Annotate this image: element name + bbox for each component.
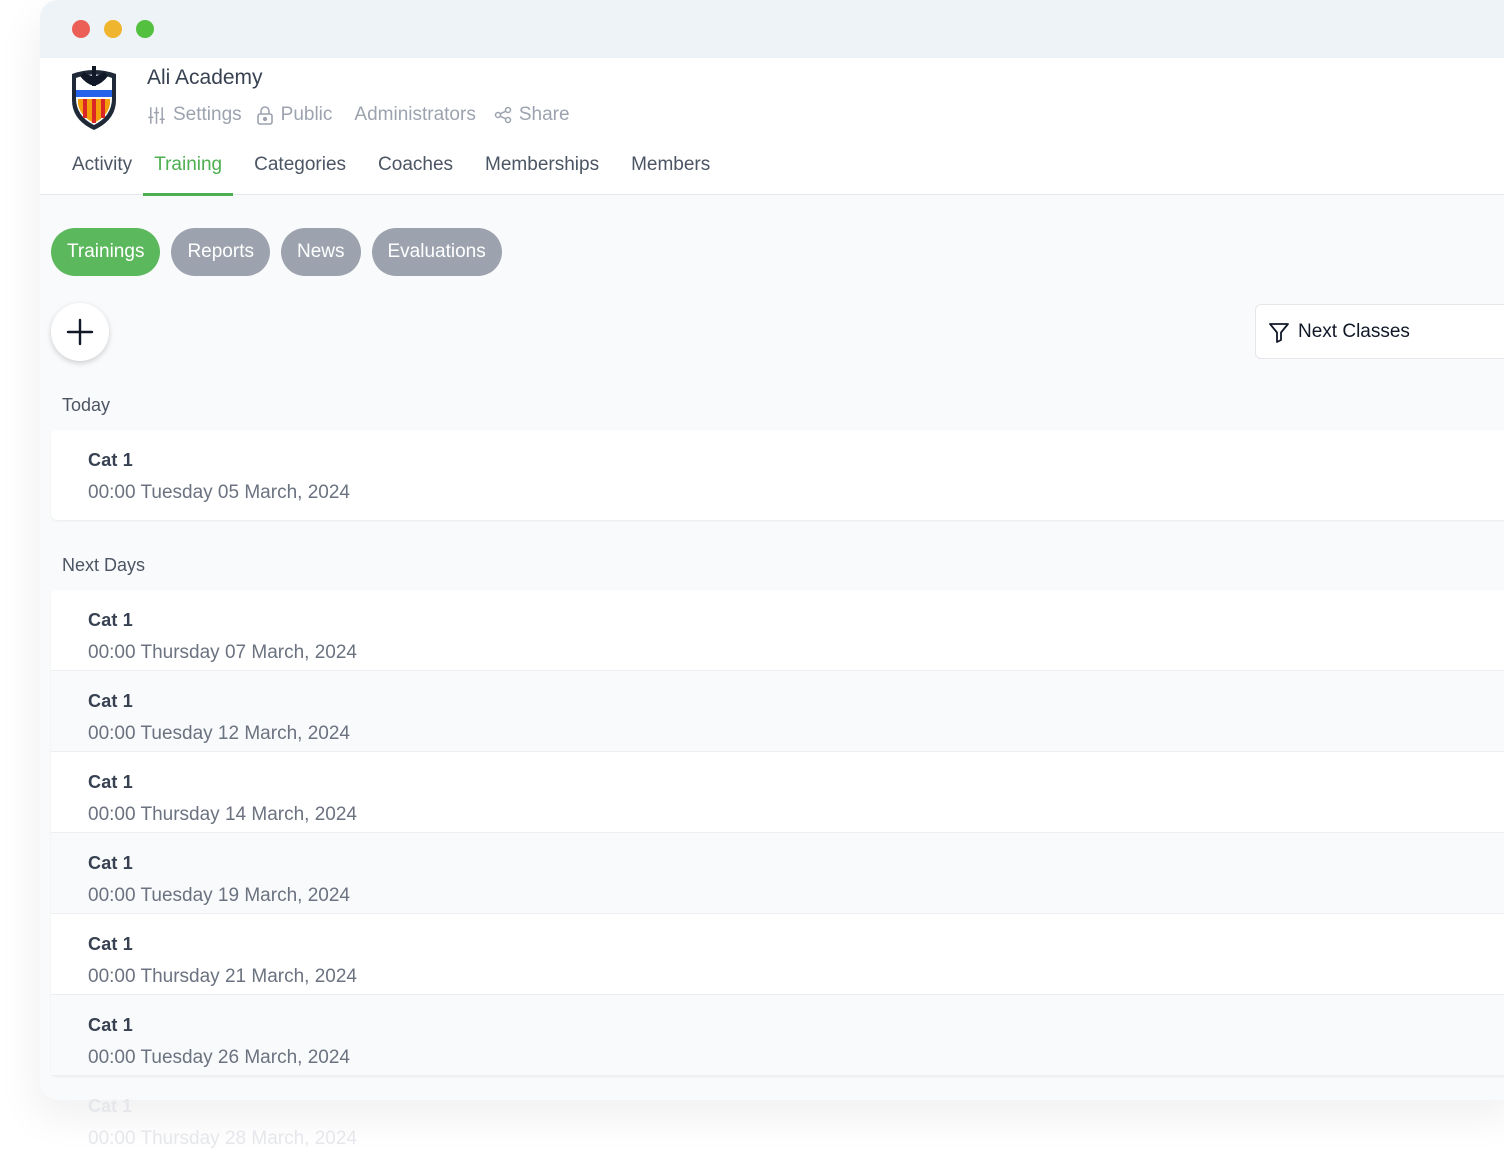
filter-dropdown[interactable]: Next Classes [1255, 304, 1504, 359]
list-item[interactable]: Cat 1 00:00 Tuesday 26 March, 2024 [51, 995, 1504, 1076]
settings-link[interactable]: Settings [147, 104, 242, 126]
training-date: 00:00 Tuesday 19 March, 2024 [88, 885, 350, 906]
plus-icon [66, 318, 94, 346]
title-bar [40, 0, 1504, 58]
faded-list-item: Cat 1 00:00 Thursday 28 March, 2024 [88, 1096, 357, 1150]
maximize-window-button[interactable] [136, 20, 154, 38]
close-window-button[interactable] [72, 20, 90, 38]
training-date: 00:00 Thursday 28 March, 2024 [88, 1128, 357, 1149]
training-category: Cat 1 [88, 610, 134, 630]
training-category: Cat 1 [88, 450, 134, 470]
club-crest-icon [72, 66, 116, 130]
tab-training[interactable]: Training [143, 150, 234, 196]
list-item[interactable]: Cat 1 00:00 Tuesday 12 March, 2024 [51, 671, 1504, 752]
administrators-link[interactable]: Administrators [354, 104, 475, 126]
share-link[interactable]: Share [494, 104, 570, 126]
public-link[interactable]: Public [256, 104, 333, 126]
club-name: Ali Academy [147, 66, 263, 89]
training-category: Cat 1 [88, 1096, 133, 1116]
training-date: 00:00 Thursday 21 March, 2024 [88, 966, 357, 987]
list-item[interactable]: Cat 1 00:00 Tuesday 05 March, 2024 [51, 430, 1504, 520]
today-list: Cat 1 00:00 Tuesday 05 March, 2024 [51, 430, 1504, 520]
administrators-label: Administrators [354, 104, 476, 125]
filter-icon [1269, 322, 1289, 343]
lock-open-icon [256, 106, 273, 125]
training-category: Cat 1 [88, 934, 134, 954]
pill-trainings[interactable]: Trainings [51, 228, 161, 276]
quick-links: Settings Public Administrators Share [147, 104, 584, 126]
next-days-list: Cat 1 00:00 Thursday 07 March, 2024 Cat … [51, 590, 1504, 1076]
tab-coaches[interactable]: Coaches [378, 150, 453, 195]
club-header: Ali Academy Settings Public Administrato… [40, 58, 1504, 196]
add-training-button[interactable] [51, 303, 109, 361]
training-category: Cat 1 [88, 691, 134, 711]
today-heading: Today [62, 395, 111, 415]
share-label: Share [518, 104, 570, 125]
list-item[interactable]: Cat 1 00:00 Tuesday 19 March, 2024 [51, 833, 1504, 914]
public-label: Public [280, 104, 333, 125]
pill-news[interactable]: News [280, 228, 361, 276]
training-date: 00:00 Tuesday 26 March, 2024 [88, 1047, 350, 1068]
training-date: 00:00 Tuesday 12 March, 2024 [88, 723, 350, 744]
training-category: Cat 1 [88, 772, 134, 792]
app-window: Ali Academy Settings Public Administrato… [40, 0, 1504, 1100]
training-date: 00:00 Tuesday 05 March, 2024 [88, 482, 350, 503]
list-item[interactable]: Cat 1 00:00 Thursday 21 March, 2024 [51, 914, 1504, 995]
tab-activity[interactable]: Activity [72, 150, 132, 195]
subtab-pills: Trainings Reports News Evaluations [51, 228, 502, 276]
training-date: 00:00 Thursday 14 March, 2024 [88, 804, 357, 825]
tab-categories[interactable]: Categories [254, 150, 346, 195]
sliders-icon [148, 106, 165, 124]
pill-reports[interactable]: Reports [171, 228, 270, 276]
training-date: 00:00 Thursday 07 March, 2024 [88, 642, 357, 663]
main-tabs: Activity Training Categories Coaches Mem… [72, 150, 742, 196]
share-icon [494, 106, 512, 124]
settings-label: Settings [173, 104, 242, 125]
tab-members[interactable]: Members [631, 150, 710, 195]
next-days-heading: Next Days [62, 555, 146, 575]
minimize-window-button[interactable] [104, 20, 122, 38]
training-category: Cat 1 [88, 1015, 134, 1035]
training-category: Cat 1 [88, 853, 134, 873]
list-item[interactable]: Cat 1 00:00 Thursday 07 March, 2024 [51, 590, 1504, 671]
pill-evaluations[interactable]: Evaluations [371, 228, 502, 276]
list-item[interactable]: Cat 1 00:00 Thursday 14 March, 2024 [51, 752, 1504, 833]
tab-memberships[interactable]: Memberships [485, 150, 599, 195]
filter-label: Next Classes [1298, 320, 1410, 342]
